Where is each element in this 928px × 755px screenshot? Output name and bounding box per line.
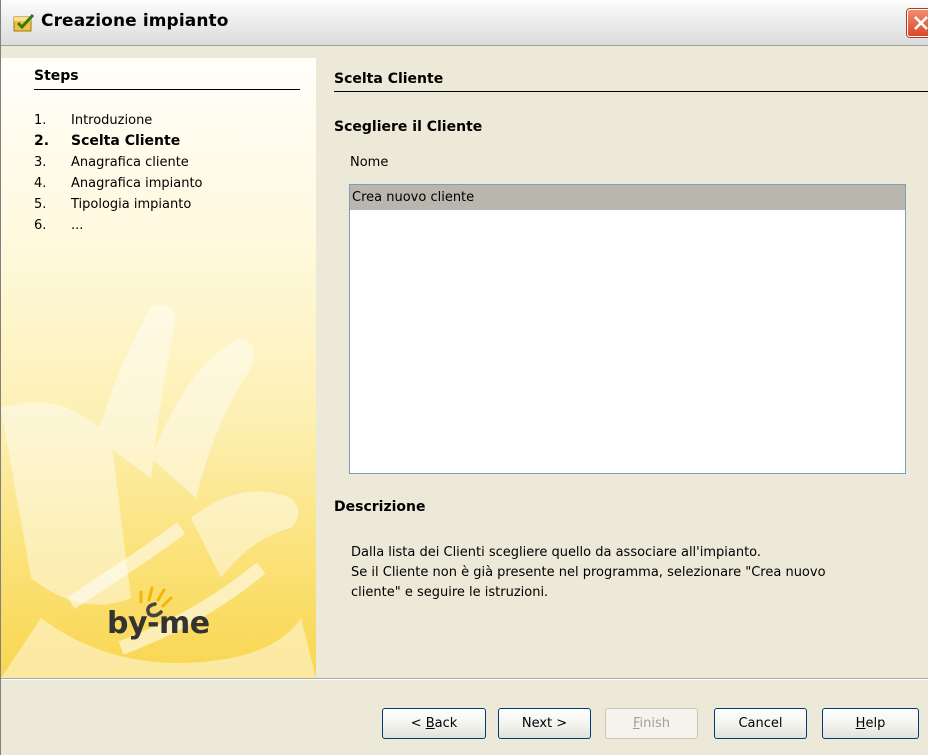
description-line-2: Se il Cliente non è già presente nel pro… [351,565,826,580]
wizard-window: Creazione impianto Steps 1. Introduzione… [0,0,928,755]
cancel-button[interactable]: Cancel [714,708,807,739]
list-item[interactable]: Crea nuovo cliente [350,185,905,210]
steps-heading: Steps [34,68,79,84]
by-me-logo: by-me [107,606,210,641]
client-list[interactable]: Crea nuovo cliente [349,184,906,474]
steps-divider [34,89,300,90]
close-button[interactable] [907,9,928,37]
finish-button[interactable]: Finish [605,708,698,739]
description-text: Dalla lista dei Clienti scegliere quello… [351,543,911,603]
footer-divider-highlight [1,679,928,680]
help-button[interactable]: Help [822,708,919,739]
title-bar[interactable]: Creazione impianto [1,0,928,46]
app-icon [13,13,35,33]
step-item-6: 6.... [34,218,84,233]
steps-panel: Steps 1. Introduzione 2. Scelta Cliente 3.… [1,58,316,678]
window-title: Creazione impianto [41,11,229,31]
step-item-2: 2. Scelta Cliente [34,133,181,149]
description-line-1: Dalla lista dei Clienti scegliere quello… [351,545,762,560]
back-button[interactable]: < Back [382,708,486,739]
step-item-3: 3. Anagrafica cliente [34,155,189,170]
step-item-4: 4. Anagrafica impianto [34,176,203,191]
description-heading: Descrizione [334,499,426,515]
name-column-label: Nome [350,155,389,170]
steps-list: 1. Introduzione 2. Scelta Cliente 3. Anagra… [34,110,203,236]
title-divider [334,91,928,92]
description-line-3: cliente" e seguire le istruzioni. [351,585,549,600]
page-title: Scelta Cliente [334,71,444,87]
step-item-1: 1. Introduzione [34,113,153,128]
next-button[interactable]: Next > [498,708,591,739]
content-panel: Scelta Cliente Scegliere il Cliente Nome… [316,58,928,678]
step-item-5: 5. Tipologia impianto [34,197,192,212]
choose-client-heading: Scegliere il Cliente [334,119,483,135]
